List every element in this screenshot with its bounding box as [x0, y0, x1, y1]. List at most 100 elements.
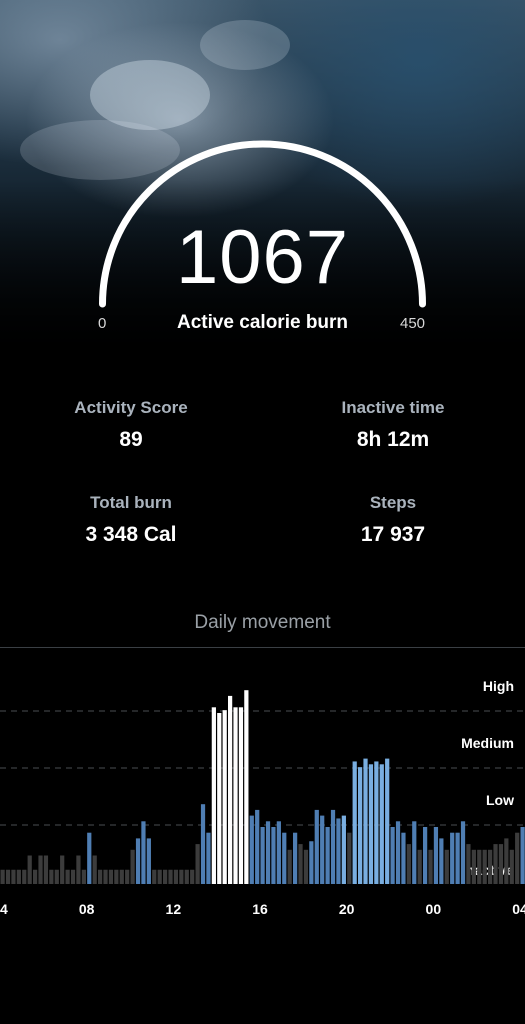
movement-bar [255, 809, 260, 884]
movement-bar [439, 838, 444, 884]
movement-bar [141, 821, 146, 884]
x-tick-label: 12 [166, 901, 182, 917]
movement-bar [87, 832, 92, 884]
movement-bar [81, 869, 86, 884]
movement-bar [368, 764, 374, 884]
movement-bar [228, 695, 233, 884]
movement-bar [233, 707, 238, 884]
movement-bar [444, 849, 449, 884]
movement-bar [152, 869, 157, 884]
movement-bar [347, 832, 352, 884]
movement-bar [433, 827, 439, 884]
movement-bar [406, 844, 411, 884]
movement-bar [130, 849, 135, 884]
movement-bar [309, 841, 314, 884]
movement-bar [114, 869, 119, 884]
movement-bar [11, 869, 16, 884]
movement-bar [16, 869, 21, 884]
movement-bar [303, 849, 309, 884]
movement-bar [423, 827, 428, 884]
stat-value: 17 937 [360, 523, 426, 546]
stat-inactive-time[interactable]: Inactive time 8h 12m [293, 398, 493, 452]
x-tick-label: 16 [252, 901, 268, 917]
stat-label: Activity Score [74, 398, 188, 417]
stat-label: Steps [369, 493, 417, 512]
movement-bar [190, 869, 195, 884]
stat-label: Inactive time [341, 398, 445, 417]
movement-bar [330, 809, 336, 884]
movement-bar [504, 838, 509, 884]
movement-bar [412, 821, 417, 884]
movement-bar [98, 869, 103, 884]
gauge-max-label: 450 [400, 315, 426, 332]
movement-bar [0, 869, 5, 884]
x-tick-label: 04 [512, 901, 525, 917]
movement-bar [363, 758, 368, 884]
movement-bar [168, 869, 173, 884]
stat-steps[interactable]: Steps 17 937 [293, 493, 493, 547]
movement-bar [157, 869, 162, 884]
movement-bar [336, 818, 341, 884]
movement-bar [395, 821, 401, 884]
x-tick-label: 04 [0, 901, 8, 917]
movement-bar [358, 767, 363, 884]
movement-bar [352, 761, 357, 884]
stat-total-burn[interactable]: Total burn 3 348 Cal [31, 493, 231, 547]
movement-bar [271, 827, 276, 884]
movement-bar [282, 832, 287, 884]
movement-bar [293, 832, 298, 884]
movement-bar [488, 849, 493, 884]
movement-bar [49, 869, 54, 884]
level-label: Low [486, 792, 514, 808]
movement-bar [206, 832, 211, 884]
movement-bar [320, 815, 325, 884]
movement-bar [60, 855, 65, 884]
movement-bar [76, 855, 81, 884]
movement-bar [298, 844, 303, 884]
movement-bar [374, 761, 379, 884]
movement-bar [163, 869, 168, 884]
section-divider [0, 647, 525, 648]
movement-bar [417, 849, 422, 884]
movement-bar [244, 690, 249, 884]
level-label: High [483, 678, 514, 694]
movement-bar [325, 827, 330, 884]
movement-bar [211, 707, 216, 884]
movement-bar [515, 832, 520, 884]
x-tick-label: 00 [426, 901, 442, 917]
movement-bar [450, 832, 455, 884]
movement-bar [466, 844, 471, 884]
x-tick-label: 08 [79, 901, 95, 917]
movement-bar [43, 855, 49, 884]
movement-bar [38, 855, 43, 884]
movement-bar [276, 821, 281, 884]
stat-value: 3 348 Cal [85, 523, 177, 546]
movement-bar [33, 869, 38, 884]
movement-bar [22, 869, 27, 884]
movement-bar [65, 869, 70, 884]
movement-bar [265, 821, 271, 884]
movement-bar [401, 832, 406, 884]
stat-activity-score[interactable]: Activity Score 89 [31, 398, 231, 452]
level-label: Medium [461, 735, 514, 751]
movement-bar [428, 849, 433, 884]
movement-bar [119, 869, 124, 884]
daily-movement-title: Daily movement [194, 612, 331, 633]
daily-movement-chart[interactable]: InactiveLowMediumHigh04081216200004 [0, 650, 525, 930]
stat-label: Total burn [90, 493, 172, 512]
movement-bar [341, 815, 346, 884]
movement-bar [249, 815, 254, 884]
movement-bar [70, 869, 76, 884]
movement-bar [222, 710, 227, 884]
movement-bar [471, 849, 476, 884]
movement-bar [217, 713, 222, 884]
movement-bar [287, 849, 292, 884]
movement-bar [477, 849, 482, 884]
active-calories-value: 1067 [175, 215, 350, 300]
calorie-gauge [99, 140, 426, 308]
movement-bar [493, 844, 498, 884]
stat-value: 8h 12m [356, 428, 430, 451]
movement-bar [260, 827, 265, 884]
movement-bar [379, 764, 384, 884]
movement-bar [108, 869, 114, 884]
